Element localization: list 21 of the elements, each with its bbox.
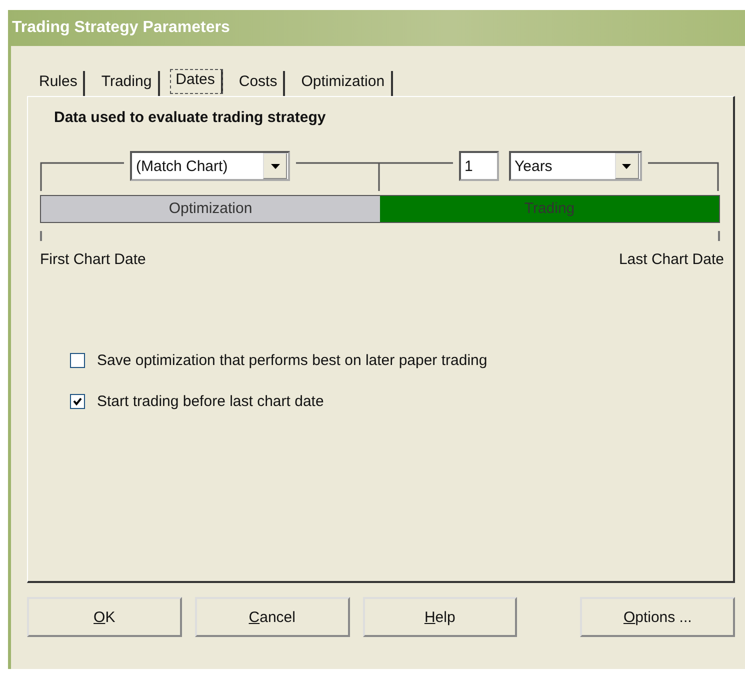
tab[interactable]: Costs (232, 71, 286, 96)
length-field[interactable]: 1 (458, 151, 498, 181)
checkbox[interactable] (70, 394, 85, 409)
first-date-label: First Chart Date (40, 251, 146, 268)
tab[interactable]: Dates (170, 69, 223, 94)
timeline-segment: Optimization (41, 196, 380, 222)
tab[interactable]: Optimization (295, 71, 393, 96)
tab[interactable]: Rules (33, 71, 86, 96)
checkbox[interactable] (70, 353, 85, 368)
section-heading: Data used to evaluate trading strategy (53, 109, 327, 126)
checkbox-label: Save optimization that performs best on later paper trading (97, 352, 488, 369)
dialog-button[interactable]: Help (362, 597, 518, 637)
last-date-label: Last Chart Date (618, 251, 724, 268)
dialog-button[interactable]: Options ... (580, 597, 735, 637)
tab[interactable]: Trading (95, 71, 160, 96)
window-title: Trading Strategy Parameters (8, 10, 745, 46)
checkbox-label: Start trading before last chart date (97, 393, 324, 410)
dialog-button[interactable]: Cancel (194, 597, 350, 637)
timeline-segment: Trading (380, 196, 719, 222)
unit-dropdown[interactable]: Years (508, 151, 642, 181)
dialog-button[interactable]: OK (27, 597, 182, 637)
